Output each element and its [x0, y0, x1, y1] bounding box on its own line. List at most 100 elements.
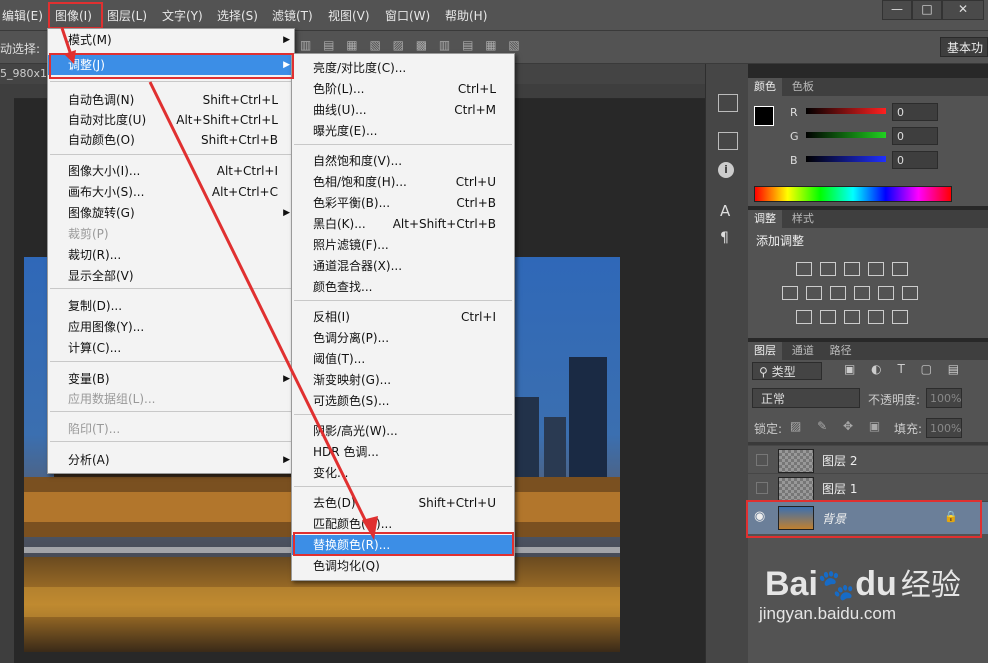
- channel-slider[interactable]: [806, 132, 886, 138]
- image-menu-item[interactable]: 计算(C)...: [48, 338, 294, 358]
- mixer-icon[interactable]: [878, 286, 894, 300]
- image-menu-item[interactable]: 分析(A) ▶: [48, 450, 294, 470]
- layer-row[interactable]: 图层 1: [748, 473, 988, 502]
- image-menu-item[interactable]: 变量(B) ▶: [48, 369, 294, 389]
- image-menu-item[interactable]: 陷印(T)...: [48, 419, 294, 439]
- adjust-menu-item[interactable]: 通道混合器(X)...: [292, 256, 514, 276]
- adjust-menu-item[interactable]: 色相/饱和度(H)... Ctrl+U: [292, 172, 514, 192]
- adjust-menu-item[interactable]: 色调分离(P)...: [292, 328, 514, 348]
- adjust-menu-item[interactable]: 照片滤镜(F)...: [292, 235, 514, 255]
- menu-help[interactable]: 帮助(H): [445, 7, 487, 24]
- tab-color[interactable]: 颜色: [748, 78, 782, 96]
- properties-icon[interactable]: [718, 132, 738, 150]
- image-menu-item[interactable]: 自动色调(N) Shift+Ctrl+L: [48, 90, 294, 110]
- invert-icon[interactable]: [796, 310, 812, 324]
- adjust-menu-item[interactable]: 色调均化(Q): [292, 556, 514, 576]
- image-menu-item[interactable]: 复制(D)...: [48, 296, 294, 316]
- menu-type[interactable]: 文字(Y): [162, 7, 203, 24]
- menu-filter[interactable]: 滤镜(T): [272, 7, 313, 24]
- layer-row[interactable]: 图层 2: [748, 445, 988, 474]
- character-icon[interactable]: A: [720, 202, 730, 220]
- exposure-icon[interactable]: [868, 262, 884, 276]
- image-menu-item[interactable]: 显示全部(V): [48, 266, 294, 286]
- lock-icons[interactable]: ▨ ✎ ✥ ▣: [790, 419, 886, 433]
- filter-icons[interactable]: ▣ ◐ T ▢ ▤: [844, 362, 965, 376]
- adjust-menu-item[interactable]: 曝光度(E)...: [292, 121, 514, 141]
- photo-filter-icon[interactable]: [854, 286, 870, 300]
- image-menu-item[interactable]: 应用图像(Y)...: [48, 317, 294, 337]
- adjust-menu-item[interactable]: 色彩平衡(B)... Ctrl+B: [292, 193, 514, 213]
- adjust-menu-item[interactable]: 黑白(K)... Alt+Shift+Ctrl+B: [292, 214, 514, 234]
- hue-icon[interactable]: [782, 286, 798, 300]
- posterize-icon[interactable]: [820, 310, 836, 324]
- adjust-menu-item[interactable]: 色阶(L)... Ctrl+L: [292, 79, 514, 99]
- visibility-toggle[interactable]: [756, 454, 768, 466]
- channel-value-input[interactable]: 0: [892, 103, 938, 121]
- levels-icon[interactable]: [820, 262, 836, 276]
- tab-layers[interactable]: 图层: [748, 342, 782, 360]
- channel-slider[interactable]: [806, 156, 886, 162]
- image-menu-item[interactable]: 应用数据组(L)...: [48, 389, 294, 409]
- curves-icon[interactable]: [844, 262, 860, 276]
- image-menu-item[interactable]: 模式(M) ▶: [48, 30, 294, 50]
- foreground-color-swatch[interactable]: [754, 106, 774, 126]
- adjust-menu-item[interactable]: 亮度/对比度(C)...: [292, 58, 514, 78]
- menu-layer[interactable]: 图层(L): [107, 7, 147, 24]
- history-icon[interactable]: [718, 94, 738, 112]
- adjust-menu-item[interactable]: 渐变映射(G)...: [292, 370, 514, 390]
- document-tab[interactable]: 5_980x12: [0, 67, 54, 80]
- vibrance-icon[interactable]: [892, 262, 908, 276]
- close-button[interactable]: ✕: [942, 0, 984, 20]
- lookup-icon[interactable]: [902, 286, 918, 300]
- channel-value-input[interactable]: 0: [892, 127, 938, 145]
- image-menu-item[interactable]: 自动颜色(O) Shift+Ctrl+B: [48, 130, 294, 150]
- adjust-menu-item[interactable]: 自然饱和度(V)...: [292, 151, 514, 171]
- channel-value-input[interactable]: 0: [892, 151, 938, 169]
- menu-window[interactable]: 窗口(W): [385, 7, 430, 24]
- image-menu-item[interactable]: 裁剪(P): [48, 224, 294, 244]
- menu-select[interactable]: 选择(S): [217, 7, 258, 24]
- brightness-icon[interactable]: [796, 262, 812, 276]
- align-icons[interactable]: ▥ ▤ ▦ ▧ ▨ ▩ ▥ ▤ ▦ ▧: [300, 38, 524, 52]
- tab-adjustments[interactable]: 调整: [748, 210, 782, 228]
- image-menu-item[interactable]: 图像旋转(G) ▶: [48, 203, 294, 223]
- threshold-icon[interactable]: [844, 310, 860, 324]
- image-menu-item[interactable]: 自动对比度(U) Alt+Shift+Ctrl+L: [48, 110, 294, 130]
- adjust-menu-item[interactable]: 反相(I) Ctrl+I: [292, 307, 514, 327]
- adjust-menu-item[interactable]: 曲线(U)... Ctrl+M: [292, 100, 514, 120]
- selective-color-icon[interactable]: [892, 310, 908, 324]
- adjust-menu-item[interactable]: HDR 色调...: [292, 442, 514, 462]
- blend-mode-select[interactable]: 正常: [752, 388, 860, 408]
- opacity-input[interactable]: 100%: [926, 388, 962, 408]
- adjust-menu-item[interactable]: 变化...: [292, 463, 514, 483]
- adjust-menu-item[interactable]: 阈值(T)...: [292, 349, 514, 369]
- visibility-toggle[interactable]: [756, 482, 768, 494]
- adjust-menu-item[interactable]: 匹配颜色(M)...: [292, 514, 514, 534]
- image-menu-item[interactable]: 裁切(R)...: [48, 245, 294, 265]
- tab-swatches[interactable]: 色板: [786, 78, 820, 96]
- minimize-button[interactable]: —: [882, 0, 912, 20]
- adjust-menu-item[interactable]: 去色(D) Shift+Ctrl+U: [292, 493, 514, 513]
- maximize-button[interactable]: □: [912, 0, 942, 20]
- gradient-map-icon[interactable]: [868, 310, 884, 324]
- adjust-menu-item[interactable]: 阴影/高光(W)...: [292, 421, 514, 441]
- paragraph-icon[interactable]: ¶: [720, 230, 729, 246]
- image-menu-item[interactable]: 图像大小(I)... Alt+Ctrl+I: [48, 161, 294, 181]
- adjust-menu-item[interactable]: 可选颜色(S)...: [292, 391, 514, 411]
- fill-input[interactable]: 100%: [926, 418, 962, 438]
- tab-paths[interactable]: 路径: [824, 342, 858, 360]
- balance-icon[interactable]: [806, 286, 822, 300]
- tab-channels[interactable]: 通道: [786, 342, 820, 360]
- menu-edit[interactable]: 编辑(E): [2, 7, 43, 24]
- color-spectrum[interactable]: [754, 186, 952, 202]
- menu-view[interactable]: 视图(V): [328, 7, 370, 24]
- bw-icon[interactable]: [830, 286, 846, 300]
- tab-styles[interactable]: 样式: [786, 210, 820, 228]
- layer-filter-select[interactable]: ⚲ 类型: [752, 362, 822, 380]
- adjust-menu-item[interactable]: 颜色查找...: [292, 277, 514, 297]
- workspace-button[interactable]: 基本功: [940, 37, 988, 57]
- menu-item-label: 渐变映射(G)...: [313, 373, 392, 387]
- image-menu-item[interactable]: 画布大小(S)... Alt+Ctrl+C: [48, 182, 294, 202]
- channel-slider[interactable]: [806, 108, 886, 114]
- info-icon[interactable]: i: [718, 162, 734, 178]
